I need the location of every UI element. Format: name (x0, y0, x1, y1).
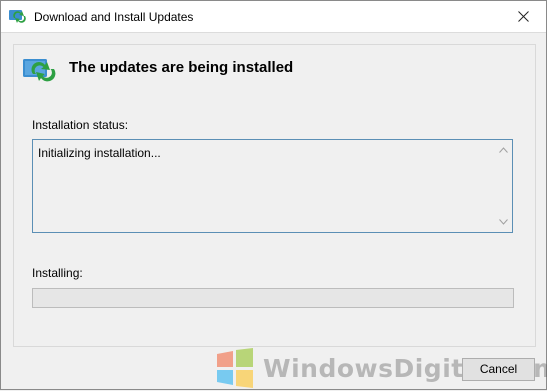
windows-flag-logo (217, 348, 253, 388)
chevron-up-icon[interactable] (499, 147, 508, 153)
cancel-button[interactable]: Cancel (462, 358, 535, 381)
installing-label: Installing: (32, 266, 83, 280)
install-progress-bar (32, 288, 514, 308)
dialog-window: Download and Install Updates The updates… (0, 0, 547, 390)
windows-update-icon (9, 10, 26, 23)
installation-status-textbox[interactable]: Initializing installation... (32, 139, 513, 233)
vertical-scrollbar[interactable] (495, 140, 512, 232)
title-bar: Download and Install Updates (1, 1, 546, 33)
installation-status-label: Installation status: (32, 118, 129, 132)
close-button[interactable] (500, 1, 546, 32)
installation-status-text: Initializing installation... (38, 146, 161, 160)
window-title: Download and Install Updates (34, 10, 194, 24)
windows-update-icon (23, 59, 56, 82)
chevron-down-icon[interactable] (499, 219, 508, 225)
close-icon (517, 11, 529, 22)
page-title: The updates are being installed (69, 59, 294, 76)
